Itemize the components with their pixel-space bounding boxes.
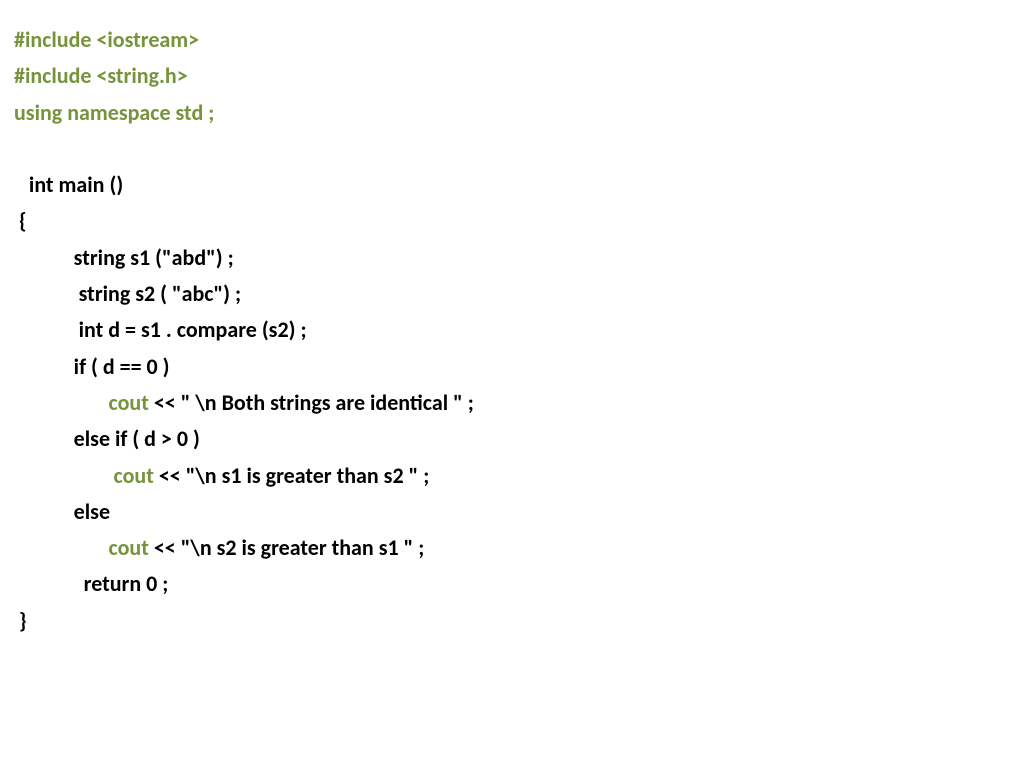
keyword-cout: cout [109, 534, 149, 561]
keyword-cout: cout [109, 389, 149, 416]
code-line-main: int main () [14, 167, 1010, 203]
code-line-include-iostream: #include <iostream> [14, 22, 1010, 58]
text-s1greater: << "\n s1 is greater than s2 " ; [154, 462, 429, 489]
code-line-s1: string s1 ("abd") ; [14, 240, 1010, 276]
code-line-cout3: cout << "\n s2 is greater than s1 " ; [14, 530, 1010, 566]
code-line-blank [14, 131, 1010, 167]
keyword-cout: cout [113, 462, 153, 489]
text-identical: << " \n Both strings are identical " ; [149, 389, 474, 416]
code-line-brace-close: } [14, 603, 1010, 639]
code-line-cout1: cout << " \n Both strings are identical … [14, 385, 1010, 421]
code-line-include-string: #include <string.h> [14, 58, 1010, 94]
code-line-using-namespace: using namespace std ; [14, 95, 1010, 131]
code-line-return: return 0 ; [14, 566, 1010, 602]
code-line-brace-open: { [14, 203, 1010, 239]
code-line-if: if ( d == 0 ) [14, 349, 1010, 385]
code-line-compare: int d = s1 . compare (s2) ; [14, 312, 1010, 348]
code-line-s2: string s2 ( "abc") ; [14, 276, 1010, 312]
indent [14, 534, 109, 561]
code-line-elseif: else if ( d > 0 ) [14, 421, 1010, 457]
code-line-cout2: cout << "\n s1 is greater than s2 " ; [14, 458, 1010, 494]
text-s2greater: << "\n s2 is greater than s1 " ; [149, 534, 424, 561]
code-line-else: else [14, 494, 1010, 530]
indent [14, 462, 113, 489]
indent [14, 389, 109, 416]
